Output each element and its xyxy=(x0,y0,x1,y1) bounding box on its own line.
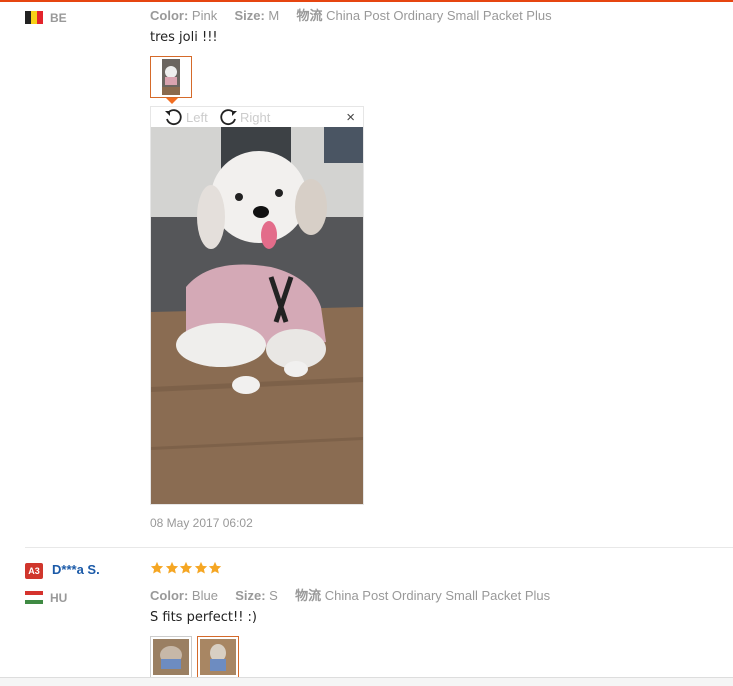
color-label: Color: xyxy=(150,8,189,23)
close-viewer-icon[interactable]: × xyxy=(346,109,355,126)
color-value: Pink xyxy=(191,8,218,23)
viewer-toolbar: Left Right × xyxy=(151,107,365,127)
review-photo-thumbnail[interactable] xyxy=(150,636,192,678)
review-photo xyxy=(151,127,363,504)
rotate-right-label: Right xyxy=(240,109,271,125)
rotate-left-label: Left xyxy=(186,109,208,125)
dog-photo-thumbnail-image xyxy=(162,59,180,95)
star-rating xyxy=(150,561,223,575)
rotate-right-button[interactable]: Right xyxy=(217,108,270,126)
reviewer-name: D***a S. xyxy=(52,562,100,577)
color-value: Blue xyxy=(191,588,218,603)
dog-photo-thumbnail-image xyxy=(153,639,189,675)
star-icon xyxy=(150,561,164,574)
star-icon xyxy=(208,561,222,574)
order-attributes: Color: Pink Size: M 物流 China Post Ordina… xyxy=(150,5,552,24)
logistics-label: 物流 xyxy=(296,8,323,23)
star-icon xyxy=(194,561,207,574)
size-value: S xyxy=(269,588,278,603)
star-icon xyxy=(165,561,178,574)
belgium-flag-icon xyxy=(25,11,43,24)
rotate-right-icon xyxy=(220,109,237,126)
logistics-label: 物流 xyxy=(295,588,322,603)
review-divider xyxy=(25,547,733,548)
rotate-left-button[interactable]: Left xyxy=(163,108,208,126)
size-label: Size: xyxy=(235,588,266,603)
reviewer-country: BE xyxy=(50,11,67,25)
rotate-left-icon xyxy=(165,109,182,126)
hungary-flag-icon xyxy=(25,591,43,604)
logistics-value: China Post Ordinary Small Packet Plus xyxy=(324,588,551,603)
review-text: tres joli !!! xyxy=(150,30,218,45)
size-label: Size: xyxy=(234,8,265,23)
top-accent-bar xyxy=(0,0,733,2)
photo-viewer: Left Right × xyxy=(150,106,364,505)
star-icon xyxy=(179,561,193,574)
thumbnail-pointer-arrow xyxy=(166,98,178,104)
dog-photo-thumbnail-image xyxy=(200,639,236,675)
size-value: M xyxy=(268,8,280,23)
review-text: S fits perfect!! :) xyxy=(150,610,257,625)
reviewer-country: HU xyxy=(50,591,68,605)
dog-in-pink-shirt-image xyxy=(151,127,363,504)
review-photo-thumbnail[interactable] xyxy=(197,636,239,678)
logistics-value: China Post Ordinary Small Packet Plus xyxy=(326,8,552,23)
review-date: 08 May 2017 06:02 xyxy=(150,516,253,530)
buyer-level-badge: A3 xyxy=(25,563,43,579)
order-attributes: Color: Blue Size: S 物流 China Post Ordina… xyxy=(150,585,550,604)
color-label: Color: xyxy=(150,588,189,603)
review-photo-thumbnail[interactable] xyxy=(150,56,192,98)
